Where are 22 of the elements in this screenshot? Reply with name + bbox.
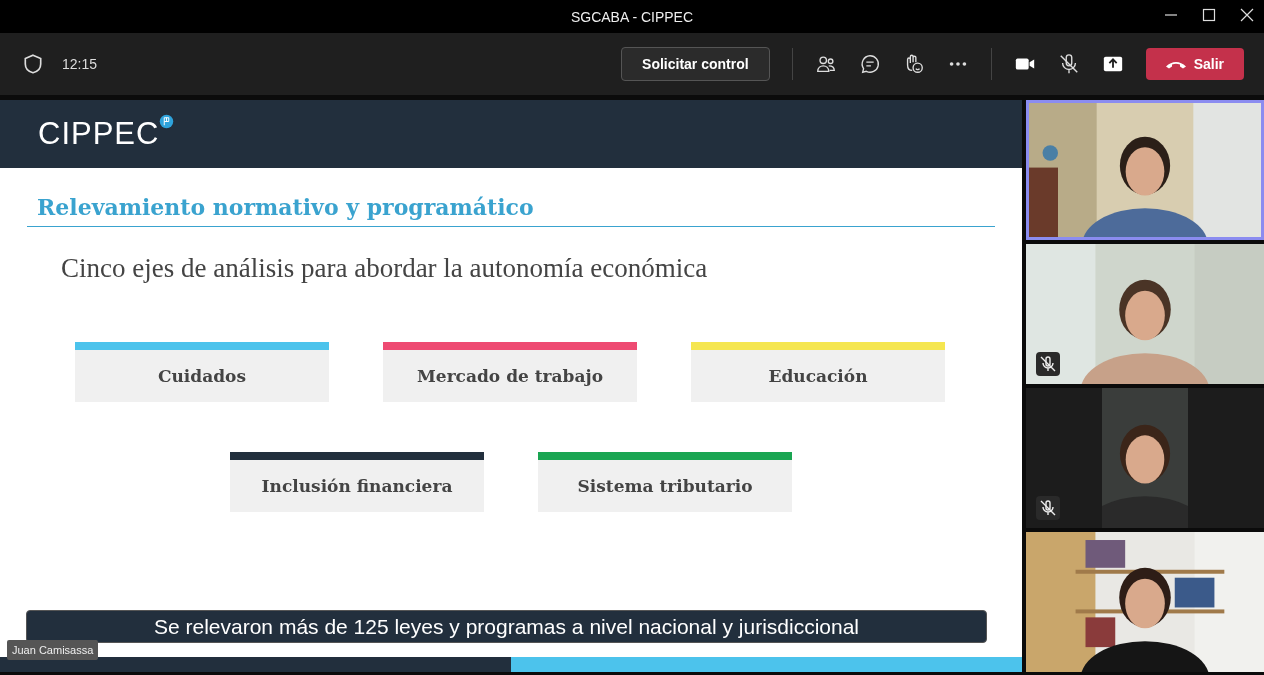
people-icon[interactable]: [814, 53, 837, 75]
axis-label: Inclusión financiera: [260, 475, 454, 498]
request-control-button[interactable]: Solicitar control: [621, 47, 770, 81]
slide-title: Relevamiento normativo y programático: [27, 192, 995, 227]
close-icon[interactable]: [1240, 8, 1254, 22]
axis-label: Cuidados: [156, 365, 247, 388]
slide-subtitle: Cinco ejes de análisis para abordar la autonomía económica: [61, 253, 709, 284]
meeting-time: 12:15: [62, 56, 98, 72]
slide-caption: Se relevaron más de 125 leyes y programas a nivel nacional y jurisdiccional: [26, 610, 987, 643]
axis-label: Sistema tributario: [576, 475, 754, 498]
logo-text: CIPPEC: [38, 116, 160, 152]
axis-label: Mercado de trabajo: [416, 365, 604, 388]
flag-badge-icon: [159, 114, 175, 129]
window-title: SGCABA - CIPPEC: [570, 8, 694, 25]
shield-icon: [22, 53, 44, 75]
chat-icon[interactable]: [858, 53, 881, 75]
phone-icon: [1165, 59, 1186, 69]
maximize-icon[interactable]: [1202, 8, 1216, 22]
video-tile[interactable]: [1026, 388, 1264, 528]
presenter-name: Juan Camisassa: [7, 640, 99, 660]
axis-label: Educación: [767, 365, 869, 388]
leave-button[interactable]: Salir: [1145, 48, 1244, 80]
